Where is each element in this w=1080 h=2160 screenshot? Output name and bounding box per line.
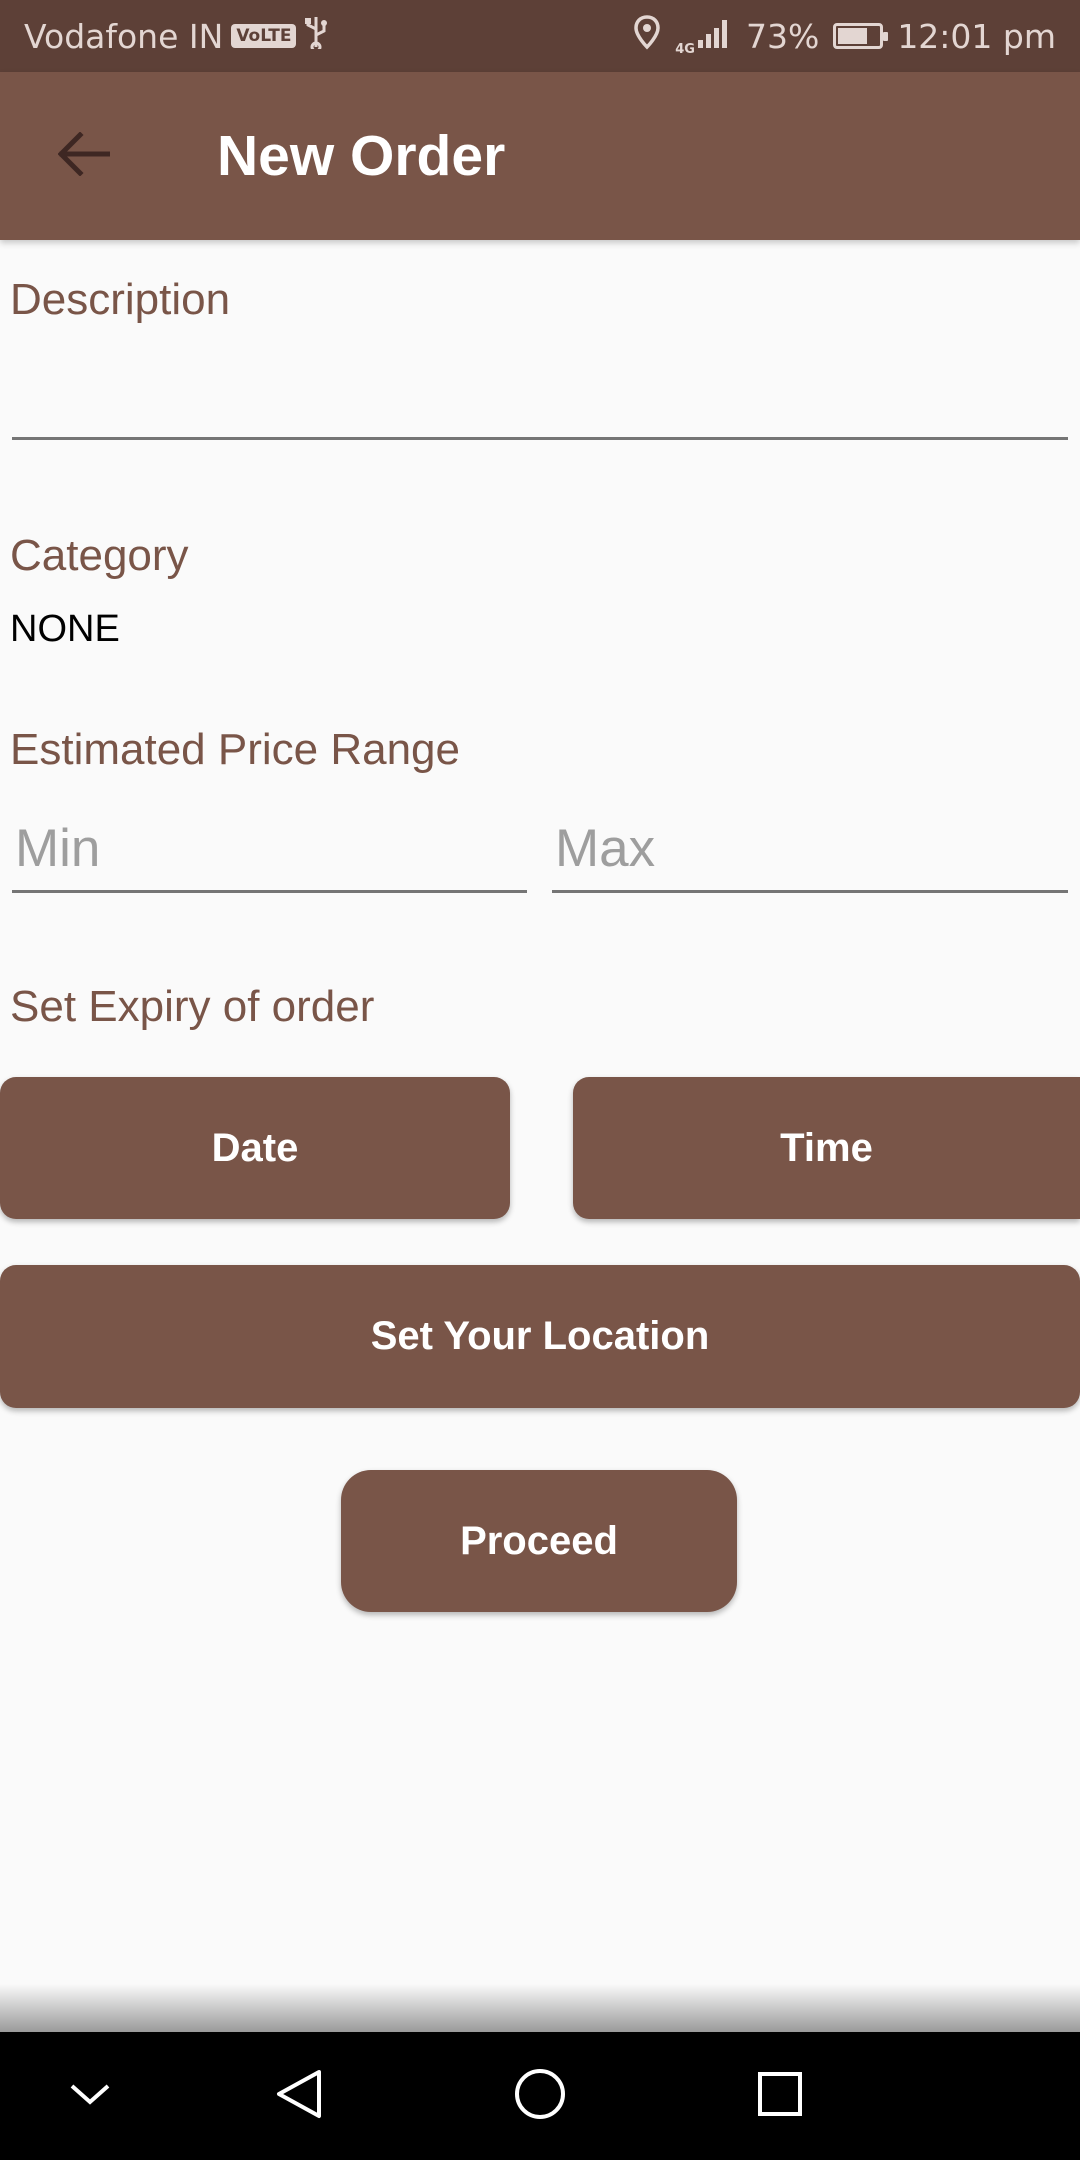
volte-badge: VoLTE [231, 24, 297, 48]
back-button[interactable] [46, 118, 122, 194]
arrow-back-icon [57, 130, 111, 181]
usb-icon [304, 15, 328, 57]
status-right: 4G 73% 12:01 pm [633, 0, 1056, 72]
description-field[interactable] [12, 345, 1068, 440]
category-label: Category [10, 531, 189, 580]
navigation-bar [0, 2032, 1080, 2160]
status-bar: Vodafone IN VoLTE 4G 73% 12:01 pm [0, 0, 1080, 72]
chevron-down-icon [68, 2080, 112, 2113]
page-title: New Order [217, 124, 506, 188]
category-select[interactable]: NONE [10, 608, 120, 651]
carrier-name: Vodafone IN [24, 16, 224, 56]
nav-hide-button[interactable] [50, 2056, 130, 2136]
battery-icon [833, 23, 889, 49]
battery-percent: 73% [745, 16, 820, 56]
clock: 12:01 pm [897, 16, 1056, 56]
status-left: Vodafone IN VoLTE [24, 0, 328, 72]
proceed-button[interactable]: Proceed [341, 1470, 737, 1612]
nav-recents-button[interactable] [740, 2056, 820, 2136]
signal-indicator: 4G [675, 17, 732, 56]
nav-home-button[interactable] [500, 2056, 580, 2136]
network-type: 4G [675, 41, 695, 57]
min-price-input[interactable]: Min [12, 806, 527, 890]
min-price-field[interactable]: Min [12, 806, 527, 893]
description-label: Description [10, 275, 231, 324]
recents-square-icon [756, 2070, 804, 2123]
date-button[interactable]: Date [0, 1077, 510, 1219]
time-button[interactable]: Time [573, 1077, 1080, 1219]
description-input[interactable] [12, 345, 1068, 437]
set-location-button[interactable]: Set Your Location [0, 1265, 1080, 1408]
price-range-label: Estimated Price Range [10, 725, 460, 774]
app-bar: New Order [0, 72, 1080, 240]
back-triangle-icon [275, 2068, 323, 2125]
max-price-field[interactable]: Max [552, 806, 1068, 893]
expiry-label: Set Expiry of order [10, 982, 375, 1031]
signal-icon [697, 17, 732, 56]
bottom-shadow [0, 1984, 1080, 2032]
max-price-input[interactable]: Max [552, 806, 1068, 890]
nav-back-button[interactable] [259, 2056, 339, 2136]
battery-fill [838, 28, 868, 44]
location-icon [633, 14, 661, 58]
home-circle-icon [513, 2067, 567, 2126]
